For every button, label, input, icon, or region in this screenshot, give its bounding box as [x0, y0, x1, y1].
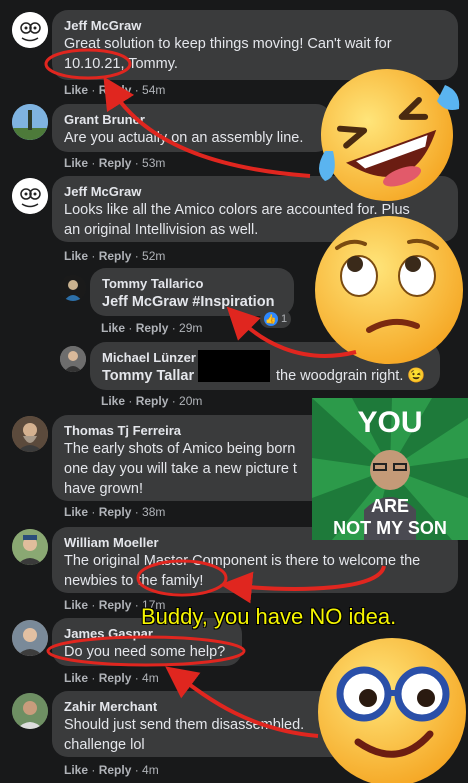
comment-author[interactable]: Thomas Tj Ferreira [64, 423, 340, 439]
comment-actions: Like · Reply · 53m [64, 156, 166, 170]
avatar[interactable] [12, 178, 48, 214]
comment-text: Should just send them disassembled. [64, 717, 305, 733]
reply-link[interactable]: Reply [136, 394, 169, 408]
timestamp[interactable]: 38m [142, 505, 165, 519]
comment-actions: Like · Reply · 52m [64, 249, 166, 263]
timestamp[interactable]: 52m [142, 249, 165, 263]
landscape-avatar-icon [12, 104, 48, 140]
person-avatar-icon [12, 529, 48, 565]
timestamp[interactable]: 54m [142, 83, 165, 97]
comment-actions: Like · Reply · 29m [101, 321, 203, 335]
avatar[interactable] [60, 346, 86, 372]
cartoon-avatar-icon [12, 178, 48, 214]
comment-text: challenge lol [64, 737, 145, 753]
reply-link[interactable]: Reply [99, 249, 132, 263]
comment-bubble: Thomas Tj Ferreira The early shots of Am… [52, 415, 352, 501]
eye-roll-emoji-icon [315, 216, 463, 364]
avatar[interactable] [12, 416, 48, 452]
person-avatar-icon [60, 346, 86, 372]
meme-top-text: YOU [357, 406, 422, 439]
like-link[interactable]: Like [64, 249, 88, 263]
laughing-crying-emoji-icon [319, 69, 460, 201]
comment-actions: Like · Reply · 4m [64, 763, 159, 777]
comment-author[interactable]: Tommy Tallarico [102, 276, 282, 292]
comment-text: The early shots of Amico being born [64, 441, 296, 457]
comment-text: The original Master Component is there t… [64, 553, 421, 569]
comment-text: Great solution to keep things moving! Ca… [64, 36, 392, 52]
avatar[interactable] [12, 12, 48, 48]
meme-bottom-text: NOT MY SON [333, 518, 447, 538]
comment-actions: Like · Reply · 38m [64, 505, 166, 519]
like-link[interactable]: Like [101, 394, 125, 408]
reply-link[interactable]: Reply [99, 83, 132, 97]
avatar[interactable] [12, 693, 48, 729]
nerd-emoji-icon [318, 638, 466, 783]
reply-link[interactable]: Reply [99, 156, 132, 170]
reply-link[interactable]: Reply [136, 321, 169, 335]
avatar[interactable] [12, 529, 48, 565]
person-avatar-icon [60, 275, 86, 301]
comment-text: Do you need some help? [64, 644, 226, 660]
person-avatar-icon [12, 693, 48, 729]
like-reaction-icon: 👍 [264, 312, 278, 326]
meme-mid-text: ARE [371, 496, 409, 516]
comment-actions: Like · Reply · 4m [64, 671, 159, 685]
reply-link[interactable]: Reply [99, 763, 132, 777]
comment-text: one day you will take a new picture t [64, 461, 297, 477]
comment-bubble: Grant Bruner Are you actually on an asse… [52, 104, 332, 152]
person-avatar-icon [12, 620, 48, 656]
like-link[interactable]: Like [64, 598, 88, 612]
like-link[interactable]: Like [64, 763, 88, 777]
like-link[interactable]: Like [101, 321, 125, 335]
avatar[interactable] [12, 104, 48, 140]
comment-actions: Like · Reply · 54m [64, 83, 166, 97]
timestamp[interactable]: 4m [142, 763, 159, 777]
redaction-box [198, 350, 270, 382]
reply-link[interactable]: Reply [99, 598, 132, 612]
mention-link[interactable]: Tommy Tallar [102, 368, 194, 384]
comment-author[interactable]: Zahir Merchant [64, 699, 340, 715]
comment-author[interactable]: Grant Bruner [64, 112, 320, 128]
like-link[interactable]: Like [64, 83, 88, 97]
meme-image: YOU ARE NOT MY SON [312, 398, 468, 540]
reaction-count[interactable]: 👍 1 [260, 310, 292, 328]
reply-link[interactable]: Reply [99, 505, 132, 519]
timestamp[interactable]: 4m [142, 671, 159, 685]
person-avatar-icon [12, 416, 48, 452]
comment-author[interactable]: Jeff McGraw [64, 18, 446, 34]
comment-text: newbies to the family! [64, 573, 204, 589]
timestamp[interactable]: 29m [179, 321, 202, 335]
avatar[interactable] [12, 620, 48, 656]
reply-link[interactable]: Reply [99, 671, 132, 685]
like-link[interactable]: Like [64, 156, 88, 170]
like-link[interactable]: Like [64, 505, 88, 519]
like-link[interactable]: Like [64, 671, 88, 685]
comment-actions: Like · Reply · 20m [101, 394, 203, 408]
cartoon-avatar-icon [12, 12, 48, 48]
timestamp[interactable]: 20m [179, 394, 202, 408]
comment-text: Jeff McGraw #Inspiration [102, 294, 275, 310]
avatar[interactable] [60, 275, 86, 301]
comment-bubble: Zahir Merchant Should just send them dis… [52, 691, 352, 757]
reply-bubble: Tommy Tallarico Jeff McGraw #Inspiration [90, 268, 294, 316]
caption-text: Buddy, you have NO idea. [141, 604, 397, 629]
timestamp[interactable]: 53m [142, 156, 165, 170]
comment-text: the woodgrain right. 😉 [276, 368, 426, 384]
comment-text: have grown! [64, 481, 143, 497]
comment-text: Are you actually on an assembly line. [64, 130, 304, 146]
